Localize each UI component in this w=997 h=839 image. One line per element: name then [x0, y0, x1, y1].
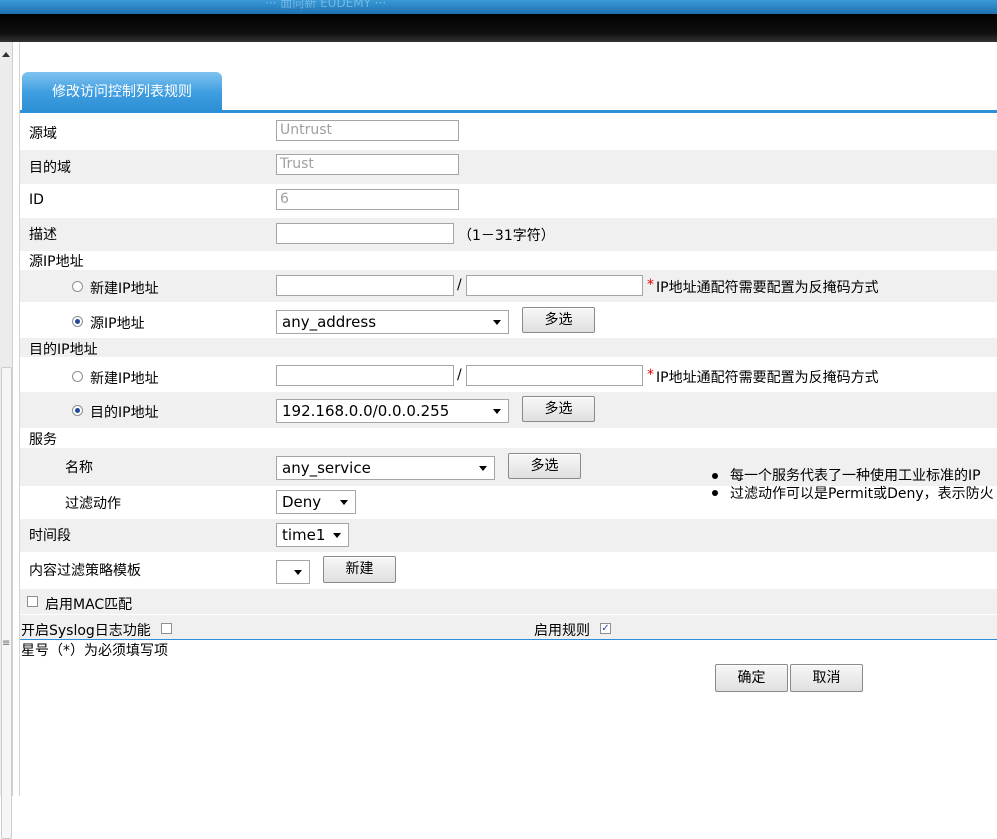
source-ip-wildcard-input[interactable]	[466, 275, 643, 296]
service-note-1: 每一个服务代表了一种使用工业标准的IP	[730, 468, 981, 484]
source-ip-section-label: 源IP地址	[29, 254, 84, 270]
mac-match-checkbox[interactable]	[27, 596, 38, 607]
syslog-checkbox[interactable]	[161, 623, 172, 634]
dest-ip-existing-label: 目的IP地址	[90, 405, 159, 421]
dest-ip-existing-radio[interactable]	[72, 405, 83, 416]
row-content-filter: 内容过滤策略模板 新建	[20, 552, 997, 589]
chevron-down-icon	[493, 320, 501, 325]
source-zone-field: Untrust	[276, 120, 459, 141]
header-bar	[0, 14, 997, 42]
bullet-icon	[712, 490, 718, 496]
service-name-label: 名称	[65, 460, 93, 476]
dest-zone-label: 目的域	[29, 160, 71, 176]
source-ip-address-input[interactable]	[276, 275, 454, 296]
source-ip-slash: /	[457, 277, 462, 293]
time-range-select[interactable]: time1	[276, 523, 349, 547]
row-time-range: 时间段 time1	[20, 519, 997, 552]
syslog-label: 开启Syslog日志功能	[21, 623, 151, 639]
service-note-2: 过滤动作可以是Permit或Deny，表示防火	[730, 486, 994, 502]
cancel-button[interactable]: 取消	[790, 664, 863, 692]
row-dest-ip-existing: 目的IP地址 192.168.0.0/0.0.0.255 多选	[20, 392, 997, 428]
source-ip-multi-button[interactable]: 多选	[522, 307, 595, 333]
filter-action-select[interactable]: Deny	[276, 490, 356, 514]
chevron-down-icon	[333, 533, 341, 538]
mac-match-label: 启用MAC匹配	[45, 597, 133, 613]
description-hint: （1－31字符）	[458, 228, 555, 244]
row-mac-match: 启用MAC匹配	[20, 589, 997, 614]
row-source-ip-header: 源IP地址	[20, 251, 997, 270]
source-ip-existing-label: 源IP地址	[90, 316, 145, 332]
chevron-down-icon	[294, 570, 302, 575]
dest-ip-slash: /	[457, 367, 462, 383]
description-label: 描述	[29, 227, 57, 243]
dest-ip-hint: IP地址通配符需要配置为反掩码方式	[656, 370, 879, 386]
ok-button[interactable]: 确定	[715, 664, 788, 692]
required-note: 星号（*）为必须填写项	[21, 643, 168, 659]
row-id: ID 6	[20, 184, 997, 218]
dest-ip-new-radio[interactable]	[72, 371, 83, 382]
source-ip-select[interactable]: any_address	[276, 310, 509, 334]
source-ip-new-label: 新建IP地址	[90, 281, 159, 297]
content-filter-new-button[interactable]: 新建	[323, 556, 396, 583]
scroll-grip-icon: ≡	[2, 638, 11, 649]
source-ip-required-star: *	[647, 277, 654, 293]
source-ip-hint: IP地址通配符需要配置为反掩码方式	[656, 280, 879, 296]
bullet-icon	[712, 473, 718, 479]
scrollbar-thumb[interactable]	[1, 367, 12, 839]
dest-ip-address-input[interactable]	[276, 365, 454, 386]
enable-rule-label: 启用规则	[534, 623, 590, 639]
tab-title: 修改访问控制列表规则	[52, 84, 192, 100]
row-filter-action: 过滤动作 Deny	[20, 486, 680, 519]
chevron-down-icon	[340, 500, 348, 505]
id-field: 6	[276, 189, 459, 210]
main-panel: 修改访问控制列表规则 源域 Untrust 目的域 Trust ID 6 描述 …	[19, 42, 997, 796]
row-dest-ip-header: 目的IP地址	[20, 338, 997, 358]
source-zone-label: 源域	[29, 126, 57, 142]
banner-text: ··· 面向新 EUDEMY ···	[265, 0, 387, 10]
row-service-header: 服务	[20, 428, 997, 448]
dest-ip-required-star: *	[647, 367, 654, 383]
chevron-down-icon	[493, 409, 501, 414]
filter-action-label: 过滤动作	[65, 496, 121, 512]
service-section-label: 服务	[29, 432, 57, 448]
description-input[interactable]	[276, 223, 454, 244]
service-multi-button[interactable]: 多选	[508, 453, 581, 479]
row-dest-ip-new: 新建IP地址 / * IP地址通配符需要配置为反掩码方式	[20, 357, 997, 392]
check-icon: ✓	[601, 623, 610, 634]
time-range-value: time1	[282, 526, 326, 544]
source-ip-existing-radio[interactable]	[72, 316, 83, 327]
chevron-down-icon	[479, 466, 487, 471]
service-select[interactable]: any_service	[276, 456, 495, 480]
source-ip-select-value: any_address	[282, 313, 377, 331]
enable-rule-checkbox[interactable]: ✓	[600, 623, 611, 634]
dest-ip-section-label: 目的IP地址	[29, 342, 98, 358]
left-scrollbar[interactable]: ≡	[0, 42, 13, 839]
row-source-ip-existing: 源IP地址 any_address 多选	[20, 302, 997, 338]
top-banner: ··· 面向新 EUDEMY ···	[0, 0, 997, 14]
row-description: 描述 （1－31字符）	[20, 218, 997, 251]
dest-ip-multi-button[interactable]: 多选	[522, 396, 595, 422]
filter-action-value: Deny	[282, 493, 322, 511]
row-dest-zone: 目的域 Trust	[20, 150, 997, 184]
dest-ip-select-value: 192.168.0.0/0.0.0.255	[282, 402, 450, 420]
content-filter-select[interactable]	[276, 560, 310, 584]
source-ip-new-radio[interactable]	[72, 281, 83, 292]
row-source-zone: 源域 Untrust	[20, 117, 997, 150]
row-source-ip-new: 新建IP地址 / * IP地址通配符需要配置为反掩码方式	[20, 270, 997, 302]
tab-edit-acl-rule[interactable]: 修改访问控制列表规则	[22, 72, 222, 110]
scroll-up-arrow-icon[interactable]	[2, 52, 10, 57]
service-select-value: any_service	[282, 459, 371, 477]
dest-ip-wildcard-input[interactable]	[466, 365, 643, 386]
dest-ip-new-label: 新建IP地址	[90, 371, 159, 387]
row-syslog-enable: 开启Syslog日志功能 启用规则 ✓	[20, 615, 997, 639]
id-label: ID	[29, 192, 44, 208]
content-filter-label: 内容过滤策略模板	[29, 563, 141, 579]
dest-ip-select[interactable]: 192.168.0.0/0.0.0.255	[276, 399, 509, 423]
time-range-label: 时间段	[29, 528, 71, 544]
dest-zone-field: Trust	[276, 154, 459, 175]
tab-underline	[20, 110, 997, 113]
